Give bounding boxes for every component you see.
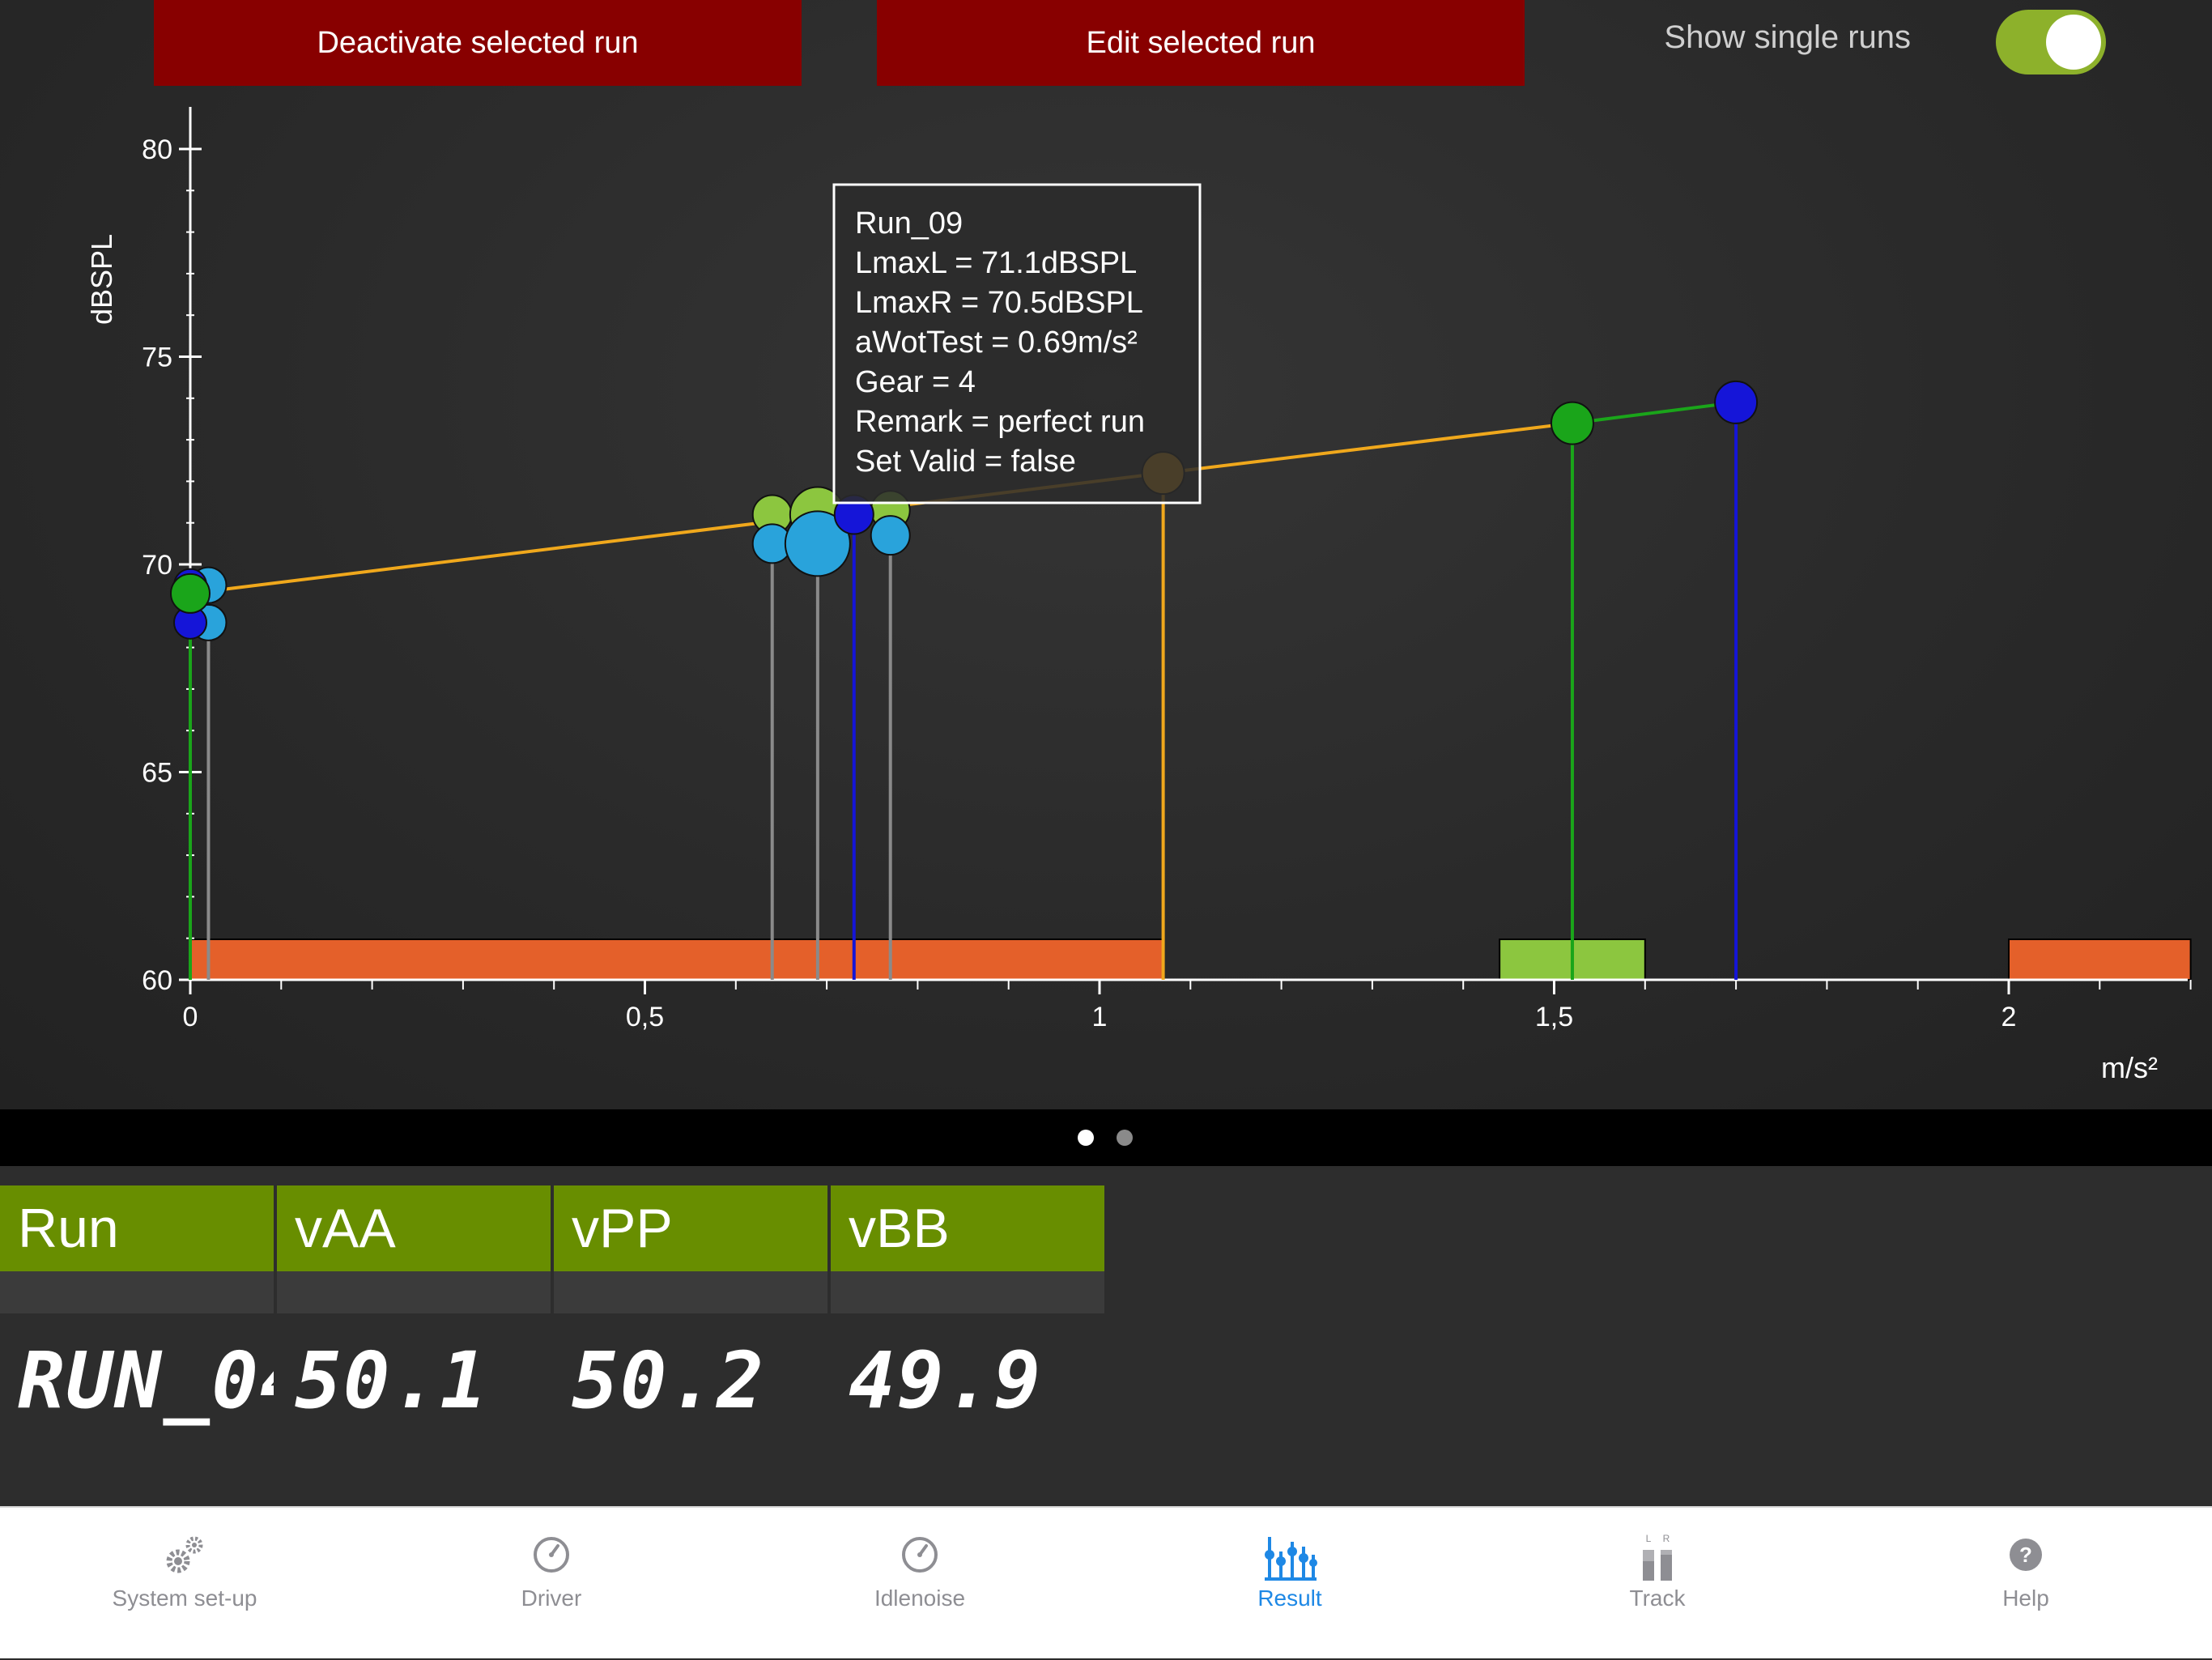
header-subrow: [0, 1271, 274, 1313]
tab-label: Track: [1629, 1586, 1686, 1611]
x-tick-label: 0,5: [626, 1002, 664, 1032]
scatter-chart[interactable]: 0 0,5 1 1,5 2 60 65 70 75 80 dBSPL m/s² Run_09 Lma…: [0, 0, 2212, 1109]
data-point[interactable]: [170, 572, 211, 614]
cell-run: RUN_04: [18, 1335, 274, 1426]
data-point[interactable]: [1714, 380, 1759, 424]
data-point[interactable]: [1550, 401, 1594, 445]
svg-text:?: ?: [2019, 1543, 2032, 1567]
threshold-band: [189, 939, 1164, 981]
threshold-band: [2008, 939, 2192, 981]
tab-system-setup[interactable]: System set-up: [63, 1508, 306, 1660]
x-tick-label: 1,5: [1535, 1002, 1573, 1032]
column-header-vpp: vPP: [554, 1185, 827, 1271]
y-axis-label: dBSPL: [85, 234, 118, 325]
tooltip-line: LmaxR = 70.5dBSPL: [855, 286, 1143, 320]
track-icon: L R: [1643, 1533, 1672, 1581]
svg-text:L: L: [1646, 1533, 1652, 1544]
column-header-vbb: vBB: [831, 1185, 1104, 1271]
column-header-run: Run: [0, 1185, 274, 1271]
cell-vpp: 50.2: [572, 1335, 766, 1426]
page-indicator[interactable]: [0, 1109, 2212, 1166]
gears-icon: [166, 1536, 203, 1573]
x-tick-label: 0: [183, 1002, 198, 1032]
tab-result[interactable]: Result: [1168, 1508, 1411, 1660]
data-point[interactable]: [870, 515, 911, 556]
x-tick-label: 2: [2001, 1002, 2017, 1032]
tooltip-line: Remark = perfect run: [855, 405, 1145, 439]
chart-icon: [1265, 1537, 1317, 1581]
gauge-icon: [534, 1537, 569, 1573]
header-subrow: [277, 1271, 551, 1313]
tab-label: Help: [2002, 1586, 2049, 1611]
tab-help[interactable]: ? Help: [1904, 1508, 2147, 1660]
help-icon: ?: [2010, 1539, 2042, 1571]
tab-label: Driver: [521, 1586, 582, 1611]
cell-vbb: 49.9: [849, 1335, 1043, 1426]
run-tooltip: Run_09 LmaxL = 71.1dBSPL LmaxR = 70.5dBSPL…: [832, 183, 1202, 504]
tab-driver[interactable]: Driver: [430, 1508, 673, 1660]
chart-area: Deactivate selected run Edit selected ru…: [0, 0, 2212, 1109]
tooltip-line: Gear = 4: [855, 365, 976, 399]
tooltip-line: Run_09: [855, 206, 963, 240]
page-dot-2[interactable]: [1117, 1130, 1133, 1146]
gauge-icon: [902, 1537, 938, 1573]
y-tick-label: 60: [142, 965, 172, 996]
tab-idlenoise[interactable]: Idlenoise: [798, 1508, 1041, 1660]
column-header-vaa: vAA: [277, 1185, 551, 1271]
y-tick-label: 70: [142, 550, 172, 581]
results-table: Run vAA vPP vBB RUN_04 50.1 50.2 49.9: [0, 1166, 2212, 1506]
threshold-bands: [189, 939, 2192, 981]
tooltip-line: aWotTest = 0.69m/s²: [855, 326, 1138, 360]
x-axis-label: m/s²: [2101, 1051, 2158, 1084]
tab-label: Result: [1257, 1586, 1322, 1611]
tab-bar: System set-up Driver Idlenoise Result L …: [0, 1506, 2212, 1658]
tooltip-line: Set Valid = false: [855, 445, 1076, 479]
trend-segment: [1163, 421, 1573, 475]
y-tick-label: 80: [142, 134, 172, 165]
page-dot-1[interactable]: [1078, 1130, 1094, 1146]
header-subrow: [831, 1271, 1104, 1313]
tab-track[interactable]: L R Track: [1536, 1508, 1779, 1660]
cell-vaa: 50.1: [295, 1335, 489, 1426]
tab-label: Idlenoise: [874, 1586, 966, 1611]
svg-text:R: R: [1663, 1533, 1670, 1544]
tab-label: System set-up: [112, 1586, 257, 1611]
header-subrow: [554, 1271, 827, 1313]
y-tick-label: 75: [142, 343, 172, 373]
x-tick-label: 1: [1092, 1002, 1108, 1032]
y-tick-label: 65: [142, 758, 172, 789]
tooltip-line: LmaxL = 71.1dBSPL: [855, 246, 1137, 280]
trend-segment: [1572, 400, 1737, 425]
